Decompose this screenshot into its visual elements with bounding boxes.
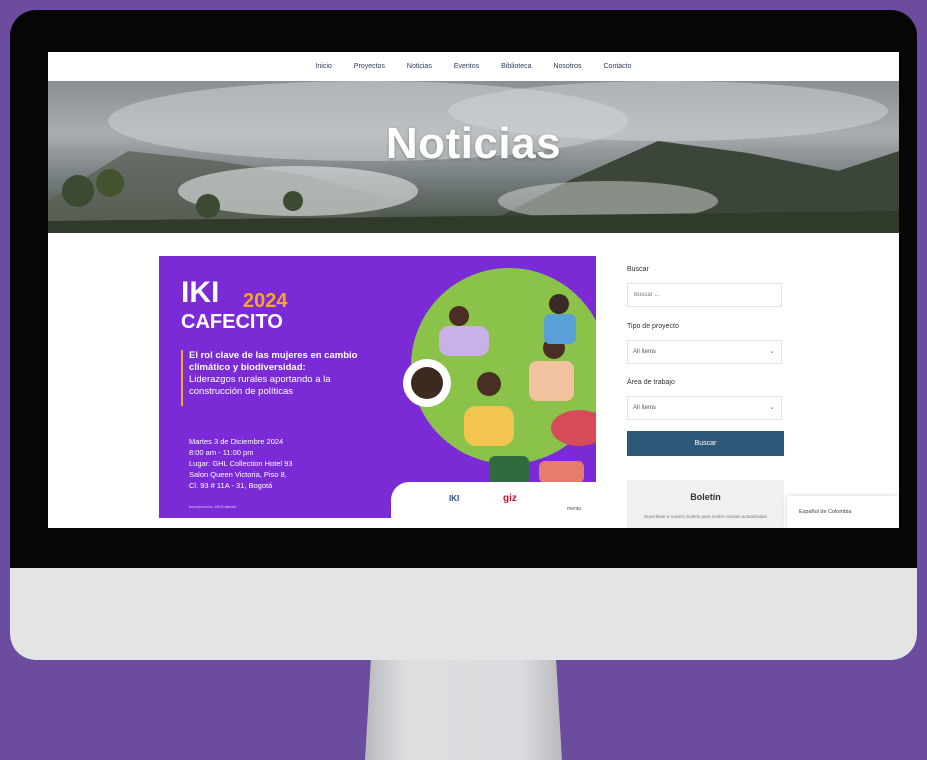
monitor-screen: Inicio Proyectos Noticias Eventos Biblio… (48, 52, 899, 528)
iki-logo: IKI (449, 494, 460, 503)
menta-logo: menta (567, 506, 581, 512)
partner-logos: IKI giz menta (391, 482, 596, 518)
banner-description: Liderazgos rurales aportando a la constr… (189, 374, 331, 397)
search-label: Buscar (627, 266, 649, 273)
banner-description-bold: El rol clave de las mujeres en cambio cl… (189, 350, 358, 373)
event-date: Martes 3 de Diciembre 2024 (189, 437, 284, 446)
event-room: Salon Queen Victoria, Piso 8, (189, 470, 287, 479)
area-trabajo-value: All Items (633, 405, 657, 411)
language-label: Español de Colombia (799, 509, 852, 515)
tipo-proyecto-label: Tipo de proyecto (627, 323, 679, 330)
event-banner[interactable]: IKI 2024 CAFECITO El rol clave de las mu… (159, 256, 596, 518)
search-input[interactable] (627, 283, 782, 307)
main-nav: Inicio Proyectos Noticias Eventos Biblio… (48, 52, 899, 81)
hero-banner: Noticias (48, 81, 899, 233)
area-trabajo-select[interactable]: All Items ⌄ (627, 396, 782, 420)
banner-event-details: Martes 3 de Diciembre 2024 8:00 am - 11:… (189, 436, 369, 491)
nav-item-proyectos[interactable]: Proyectos (354, 63, 385, 70)
giz-logo: giz (503, 493, 517, 504)
newsletter-title: Boletín (690, 492, 721, 502)
banner-year: 2024 (243, 290, 288, 312)
banner-title: IKI (181, 276, 220, 309)
page-title: Noticias (385, 119, 562, 168)
event-address: Cl. 93 # 11A - 31, Bogotá (189, 481, 273, 490)
nav-item-eventos[interactable]: Eventos (454, 63, 479, 70)
nav-item-biblioteca[interactable]: Biblioteca (501, 63, 531, 70)
chevron-down-icon: ⌄ (769, 348, 775, 355)
banner-footnote: Inscripciones: #IKICafecito (189, 504, 237, 509)
nav-item-contacto[interactable]: Contacto (604, 63, 632, 70)
banner-accent-rule (181, 350, 183, 406)
banner-subtitle: CAFECITO (181, 311, 283, 333)
monitor-stand (365, 660, 562, 760)
language-switcher[interactable]: Español de Colombia (787, 496, 899, 528)
newsletter-description: Suscríbete a nuestro boletín para recibi… (644, 514, 767, 519)
area-trabajo-label: Área de trabajo (627, 379, 675, 386)
newsletter-widget: Boletín Suscríbete a nuestro boletín par… (627, 480, 784, 528)
nav-item-nosotros[interactable]: Nosotros (553, 63, 581, 70)
tipo-proyecto-select[interactable]: All Items ⌄ (627, 340, 782, 364)
event-time: 8:00 am - 11:00 pm (189, 448, 254, 457)
nav-item-inicio[interactable]: Inicio (315, 63, 331, 70)
event-venue: Lugar: GHL Collection Hotel 93 (189, 459, 293, 468)
monitor-chin (10, 568, 917, 660)
search-button[interactable]: Buscar (627, 431, 784, 456)
chevron-down-icon: ⌄ (769, 404, 775, 411)
nav-item-noticias[interactable]: Noticias (407, 63, 432, 70)
tipo-proyecto-value: All Items (633, 349, 657, 355)
